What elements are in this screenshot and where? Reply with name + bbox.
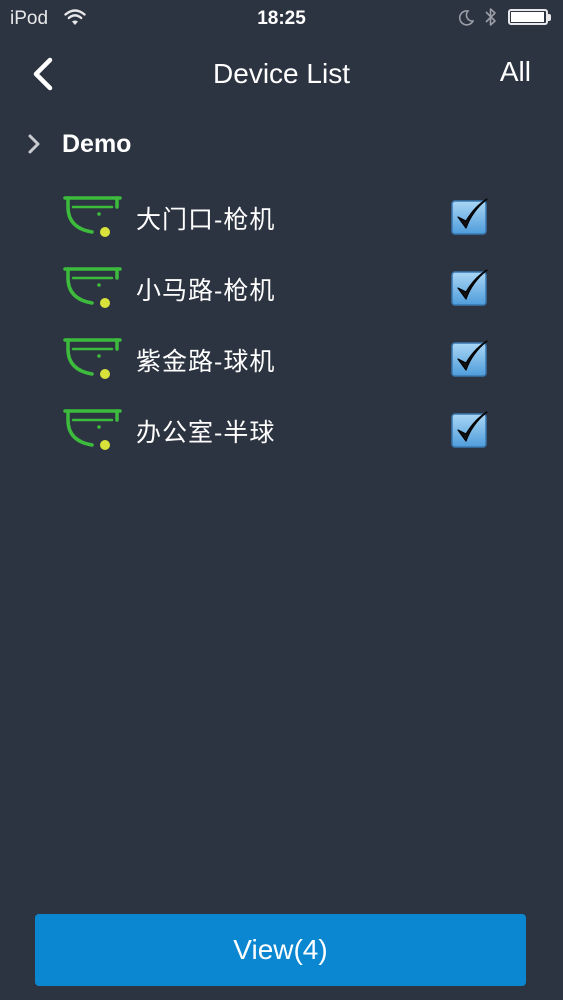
- camera-icon: [62, 407, 124, 456]
- checkmark-icon: [451, 198, 488, 235]
- bluetooth-icon: [484, 7, 498, 32]
- device-name: 大门口-枪机: [136, 206, 276, 234]
- device-name: 办公室-半球: [136, 419, 276, 447]
- battery-level-fill: [511, 12, 544, 22]
- select-all-button[interactable]: All: [500, 56, 531, 88]
- device-checkbox-1[interactable]: [451, 197, 489, 235]
- device-row-4[interactable]: 办公室-半球: [0, 393, 563, 464]
- device-name: 紫金路-球机: [136, 348, 276, 376]
- checkmark-icon: [451, 340, 488, 377]
- device-row-1[interactable]: 大门口-枪机: [0, 180, 563, 251]
- device-checkbox-2[interactable]: [451, 268, 489, 306]
- checkmark-icon: [451, 411, 488, 448]
- view-button[interactable]: View(4): [35, 914, 526, 986]
- page-title: Device List: [213, 58, 350, 89]
- device-checkbox-3[interactable]: [451, 339, 489, 377]
- camera-icon: [62, 336, 124, 385]
- checkmark-icon: [451, 269, 488, 306]
- device-list: 大门口-枪机 小马路-枪机 紫金路-球机 办公室-半球: [0, 180, 563, 464]
- device-checkbox-4[interactable]: [451, 410, 489, 448]
- battery-icon: [508, 9, 551, 25]
- camera-icon: [62, 265, 124, 314]
- chevron-right-icon: [26, 133, 42, 160]
- device-row-2[interactable]: 小马路-枪机: [0, 251, 563, 322]
- group-demo[interactable]: Demo: [0, 118, 563, 170]
- status-time: 18:25: [257, 8, 306, 29]
- device-row-3[interactable]: 紫金路-球机: [0, 322, 563, 393]
- camera-icon: [62, 194, 124, 243]
- device-name: 小马路-枪机: [136, 277, 276, 305]
- group-name: Demo: [62, 130, 132, 158]
- moon-icon: [458, 10, 475, 31]
- status-bar: iPod 18:25: [0, 0, 563, 38]
- nav-bar: Device List All: [0, 40, 563, 110]
